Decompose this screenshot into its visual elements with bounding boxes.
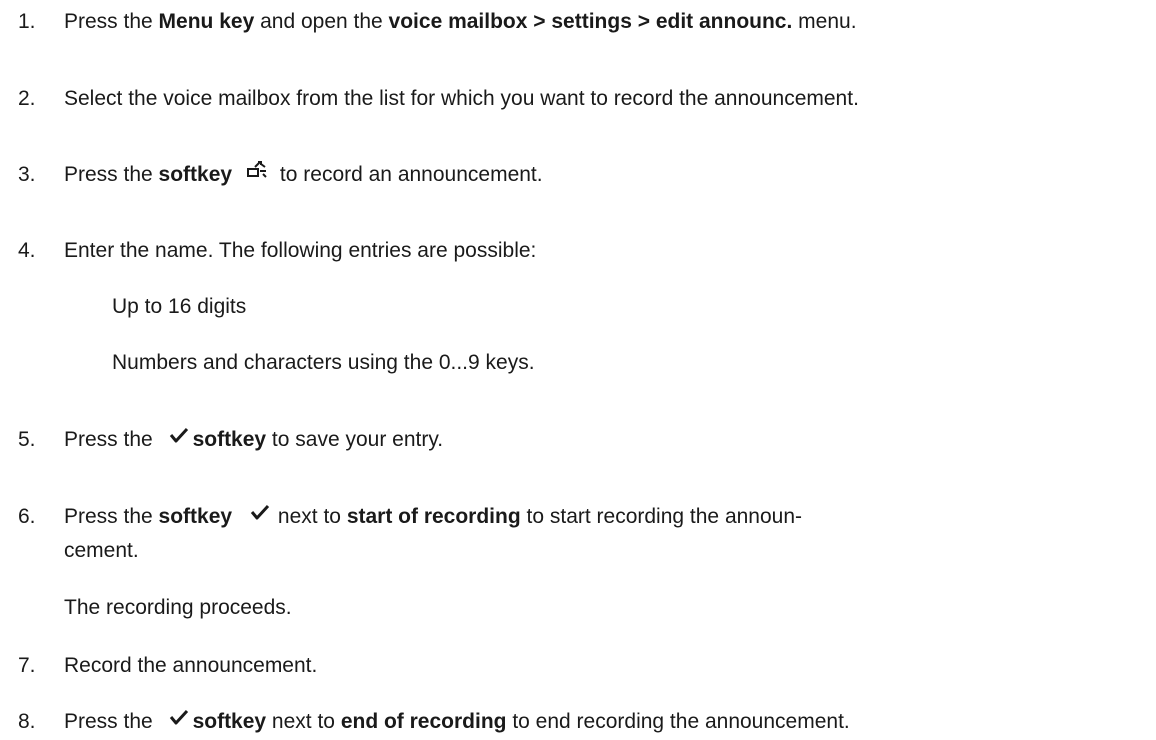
checkmark-icon [250, 503, 270, 527]
checkmark-icon [169, 708, 189, 732]
record-softkey-icon [246, 161, 268, 185]
document-page: { "steps": [ { "num": "1.", "parts": ["P… [0, 0, 1156, 740]
step-number: 7. [18, 654, 36, 677]
softkey-label: softkey [158, 505, 233, 528]
step-number: 5. [18, 428, 36, 451]
step-text: Record the announcement. [64, 654, 318, 677]
sub-item-text: Up to 16 digits [112, 295, 247, 318]
step-number: 3. [18, 163, 36, 186]
step-number: 4. [18, 239, 36, 262]
checkmark-icon [169, 426, 189, 450]
step-text: Press the softkey next to start of recor… [64, 503, 803, 528]
step-text: Press the softkey next to end of recordi… [64, 708, 850, 733]
step-number: 1. [18, 10, 36, 33]
step-number: 2. [18, 87, 36, 110]
sub-item-text: Numbers and characters using the 0...9 k… [112, 351, 535, 374]
step-text: Press the softkey to record an announcem… [64, 161, 543, 186]
softkey-label: softkey [192, 710, 267, 733]
step-text: Press the Menu key and open the voice ma… [64, 10, 857, 33]
menu-path-label: voice mailbox > settings > edit announc. [388, 10, 793, 33]
step-number: 8. [18, 710, 36, 733]
softkey-label: softkey [158, 163, 233, 186]
step-text: Press the softkey to save your entry. [64, 426, 444, 451]
step-note: The recording proceeds. [64, 596, 292, 619]
softkey-label: softkey [192, 428, 267, 451]
step-text-continued: cement. [64, 539, 139, 562]
end-of-recording-label: end of recording [340, 710, 507, 733]
menu-key-label: Menu key [158, 10, 255, 33]
step-number: 6. [18, 505, 36, 528]
step-text: Select the voice mailbox from the list f… [64, 87, 859, 110]
start-of-recording-label: start of recording [346, 505, 521, 528]
step-text: Enter the name. The following entries ar… [64, 239, 537, 262]
